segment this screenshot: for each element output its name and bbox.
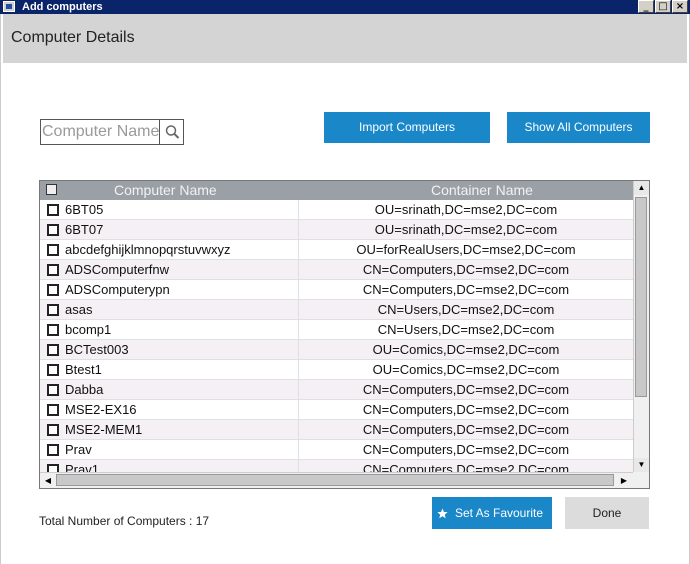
container-name-cell: CN=Computers,DC=mse2,DC=com bbox=[362, 262, 570, 277]
table-row[interactable]: Prav1 CN=Computers,DC=mse2,DC=com bbox=[40, 460, 633, 472]
computer-name-cell: Dabba bbox=[65, 382, 104, 397]
computer-name-cell: Prav1 bbox=[65, 462, 99, 472]
container-name-cell: OU=Comics,DC=mse2,DC=com bbox=[372, 342, 560, 357]
table-row[interactable]: MSE2-EX16 CN=Computers,DC=mse2,DC=com bbox=[40, 400, 633, 420]
scroll-down-arrow[interactable]: ▼ bbox=[634, 458, 649, 472]
row-checkbox[interactable] bbox=[47, 464, 59, 472]
import-computers-button[interactable]: Import Computers bbox=[324, 112, 490, 143]
table-row[interactable]: ADSComputerfnw CN=Computers,DC=mse2,DC=co… bbox=[40, 260, 633, 280]
scroll-right-arrow[interactable]: ▶ bbox=[617, 473, 631, 488]
computer-name-cell: MSE2-MEM1 bbox=[65, 422, 143, 437]
minimize-button[interactable]: _ bbox=[638, 0, 654, 13]
container-name-cell: OU=forRealUsers,DC=mse2,DC=com bbox=[356, 242, 576, 257]
computer-name-cell: abcdefghijklmnopqrstuvwxyz bbox=[65, 242, 231, 257]
table-row[interactable]: BCTest003 OU=Comics,DC=mse2,DC=com bbox=[40, 340, 633, 360]
done-button[interactable]: Done bbox=[565, 497, 649, 529]
computer-name-cell: Prav bbox=[65, 442, 92, 457]
row-checkbox[interactable] bbox=[47, 304, 59, 316]
table-row[interactable]: bcomp1 CN=Users,DC=mse2,DC=com bbox=[40, 320, 633, 340]
container-name-cell: CN=Computers,DC=mse2,DC=com bbox=[362, 382, 570, 397]
row-checkbox[interactable] bbox=[47, 404, 59, 416]
title-bar: Add computers _ □ × bbox=[0, 0, 690, 14]
table-row[interactable]: asas CN=Users,DC=mse2,DC=com bbox=[40, 300, 633, 320]
row-checkbox[interactable] bbox=[47, 324, 59, 336]
search-button[interactable] bbox=[159, 120, 183, 144]
container-name-cell: OU=srinath,DC=mse2,DC=com bbox=[374, 222, 558, 237]
grid-header: Computer Name Container Name bbox=[40, 181, 633, 200]
row-checkbox[interactable] bbox=[47, 204, 59, 216]
row-checkbox[interactable] bbox=[47, 384, 59, 396]
window-title: Add computers bbox=[22, 1, 103, 13]
total-computers-label: Total Number of Computers : 17 bbox=[39, 514, 210, 528]
computer-name-cell: bcomp1 bbox=[65, 322, 112, 337]
search-input[interactable] bbox=[41, 120, 160, 144]
vertical-scrollbar[interactable]: ▲ ▼ bbox=[633, 181, 649, 472]
row-checkbox[interactable] bbox=[47, 244, 59, 256]
select-all-checkbox[interactable] bbox=[46, 184, 57, 195]
container-name-cell: CN=Computers,DC=mse2,DC=com bbox=[362, 462, 570, 472]
table-row[interactable]: 6BT05 OU=srinath,DC=mse2,DC=com bbox=[40, 200, 633, 220]
table-row[interactable]: 6BT07 OU=srinath,DC=mse2,DC=com bbox=[40, 220, 633, 240]
row-checkbox[interactable] bbox=[47, 364, 59, 376]
show-all-computers-button[interactable]: Show All Computers bbox=[507, 112, 650, 143]
search-box bbox=[40, 119, 184, 145]
row-checkbox[interactable] bbox=[47, 444, 59, 456]
table-row[interactable]: Dabba CN=Computers,DC=mse2,DC=com bbox=[40, 380, 633, 400]
scroll-corner bbox=[633, 472, 649, 488]
row-checkbox[interactable] bbox=[47, 224, 59, 236]
container-name-cell: OU=srinath,DC=mse2,DC=com bbox=[374, 202, 558, 217]
container-name-cell: CN=Computers,DC=mse2,DC=com bbox=[362, 402, 570, 417]
computer-name-cell: MSE2-EX16 bbox=[65, 402, 137, 417]
row-checkbox[interactable] bbox=[47, 424, 59, 436]
container-name-cell: OU=Comics,DC=mse2,DC=com bbox=[372, 362, 560, 377]
table-row[interactable]: MSE2-MEM1 CN=Computers,DC=mse2,DC=com bbox=[40, 420, 633, 440]
computer-name-cell: Btest1 bbox=[65, 362, 102, 377]
scroll-up-arrow[interactable]: ▲ bbox=[634, 181, 649, 195]
computer-name-cell: 6BT05 bbox=[65, 202, 104, 217]
table-row[interactable]: abcdefghijklmnopqrstuvwxyz OU=forRealUser… bbox=[40, 240, 633, 260]
app-icon bbox=[3, 1, 15, 12]
column-header-container-name[interactable]: Container Name bbox=[431, 182, 533, 198]
computers-grid: Computer Name Container Name 6BT05 OU=sri… bbox=[39, 180, 650, 489]
table-row[interactable]: ADSComputerypn CN=Computers,DC=mse2,DC=co… bbox=[40, 280, 633, 300]
close-button[interactable]: × bbox=[672, 0, 688, 13]
container-name-cell: CN=Computers,DC=mse2,DC=com bbox=[362, 422, 570, 437]
set-as-favourite-label: Set As Favourite bbox=[454, 506, 544, 520]
table-row[interactable]: Btest1 OU=Comics,DC=mse2,DC=com bbox=[40, 360, 633, 380]
computer-name-cell: 6BT07 bbox=[65, 222, 104, 237]
row-checkbox[interactable] bbox=[47, 344, 59, 356]
maximize-button[interactable]: □ bbox=[655, 0, 671, 13]
table-row[interactable]: Prav CN=Computers,DC=mse2,DC=com bbox=[40, 440, 633, 460]
page-title: Computer Details bbox=[11, 29, 135, 46]
container-name-cell: CN=Computers,DC=mse2,DC=com bbox=[362, 442, 570, 457]
page-header: Computer Details bbox=[3, 14, 687, 63]
vertical-scroll-thumb[interactable] bbox=[635, 197, 647, 397]
container-name-cell: CN=Users,DC=mse2,DC=com bbox=[377, 302, 555, 317]
row-checkbox[interactable] bbox=[47, 264, 59, 276]
computer-name-cell: ADSComputerypn bbox=[65, 282, 170, 297]
row-checkbox[interactable] bbox=[47, 284, 59, 296]
star-icon bbox=[437, 508, 448, 519]
container-name-cell: CN=Users,DC=mse2,DC=com bbox=[377, 322, 555, 337]
set-as-favourite-button[interactable]: Set As Favourite bbox=[432, 497, 552, 529]
computer-name-cell: ADSComputerfnw bbox=[65, 262, 170, 277]
search-icon bbox=[165, 125, 180, 139]
container-name-cell: CN=Computers,DC=mse2,DC=com bbox=[362, 282, 570, 297]
horizontal-scroll-thumb[interactable] bbox=[56, 474, 614, 486]
horizontal-scrollbar[interactable]: ◀ ▶ bbox=[40, 472, 633, 488]
computer-name-cell: BCTest003 bbox=[65, 342, 129, 357]
column-header-computer-name[interactable]: Computer Name bbox=[114, 182, 217, 198]
computer-name-cell: asas bbox=[65, 302, 93, 317]
scroll-left-arrow[interactable]: ◀ bbox=[41, 473, 55, 488]
grid-rows: 6BT05 OU=srinath,DC=mse2,DC=com 6BT07 OU=sr… bbox=[40, 200, 633, 472]
